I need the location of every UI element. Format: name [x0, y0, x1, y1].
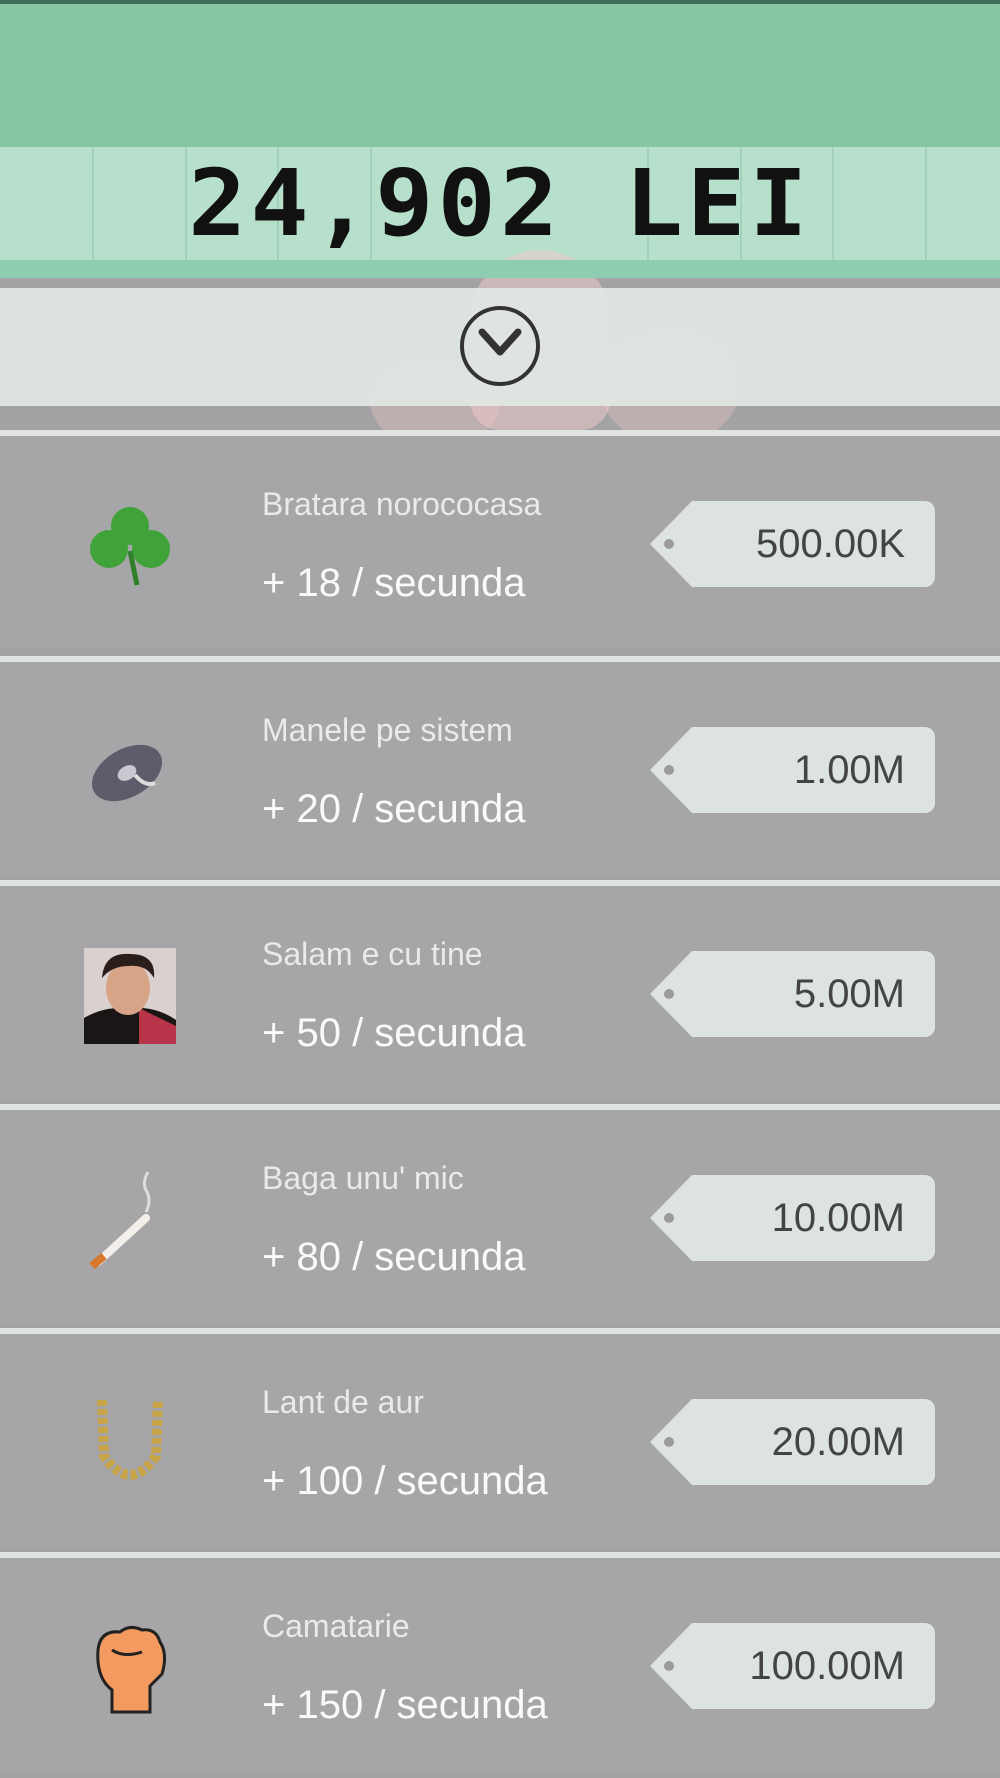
fist-icon	[80, 1618, 180, 1718]
price-label: 100.00M	[749, 1643, 905, 1688]
item-name: Camatarie	[262, 1608, 410, 1644]
chevron-down-icon	[478, 328, 522, 356]
item-name: Manele pe sistem	[262, 712, 513, 748]
item-name: Salam e cu tine	[262, 936, 483, 972]
item-rate: + 50 / secunda	[262, 1011, 526, 1055]
item-rate: + 20 / secunda	[262, 787, 526, 831]
price-label: 10.00M	[771, 1195, 905, 1240]
collapse-shop-button[interactable]	[460, 306, 540, 386]
shop-item[interactable]: Baga unu' mic + 80 / secunda 10.00M	[0, 1110, 1000, 1322]
clover-icon	[80, 496, 180, 596]
price-label: 500.00K	[755, 521, 905, 566]
buy-price-button[interactable]: 500.00K	[650, 501, 935, 587]
shop-item[interactable]: Manele pe sistem + 20 / secunda 1.00M	[0, 662, 1000, 874]
buy-price-button[interactable]: 100.00M	[650, 1623, 935, 1709]
cigarette-icon	[80, 1170, 180, 1270]
item-rate: + 18 / secunda	[262, 561, 526, 605]
buy-price-button[interactable]: 5.00M	[650, 951, 935, 1037]
shop-item[interactable]: Camatarie + 150 / secunda 100.00M	[0, 1558, 1000, 1770]
price-label: 5.00M	[793, 971, 905, 1016]
item-name: Bratara norococasa	[262, 486, 542, 522]
item-rate: + 150 / secunda	[262, 1683, 548, 1727]
shop-item[interactable]: Lant de aur + 100 / secunda 20.00M	[0, 1334, 1000, 1546]
shop-item[interactable]: Salam e cu tine + 50 / secunda 5.00M	[0, 886, 1000, 1098]
item-rate: + 80 / secunda	[262, 1235, 526, 1279]
top-header-bar	[0, 0, 1000, 147]
singer-portrait-icon	[80, 946, 180, 1046]
gold-chain-icon	[80, 1394, 180, 1494]
balance-display: 24,902 LEI	[188, 150, 812, 257]
vinyl-record-icon	[80, 722, 180, 822]
buy-price-button[interactable]: 10.00M	[650, 1175, 935, 1261]
balance-strip-edge	[0, 260, 1000, 278]
item-rate: + 100 / secunda	[262, 1459, 548, 1503]
item-name: Lant de aur	[262, 1384, 424, 1420]
item-name: Baga unu' mic	[262, 1160, 464, 1196]
buy-price-button[interactable]: 1.00M	[650, 727, 935, 813]
price-label: 20.00M	[771, 1419, 905, 1464]
buy-price-button[interactable]: 20.00M	[650, 1399, 935, 1485]
price-label: 1.00M	[793, 747, 905, 792]
shop-item[interactable]: Bratara norococasa + 18 / secunda 500.00…	[0, 436, 1000, 648]
